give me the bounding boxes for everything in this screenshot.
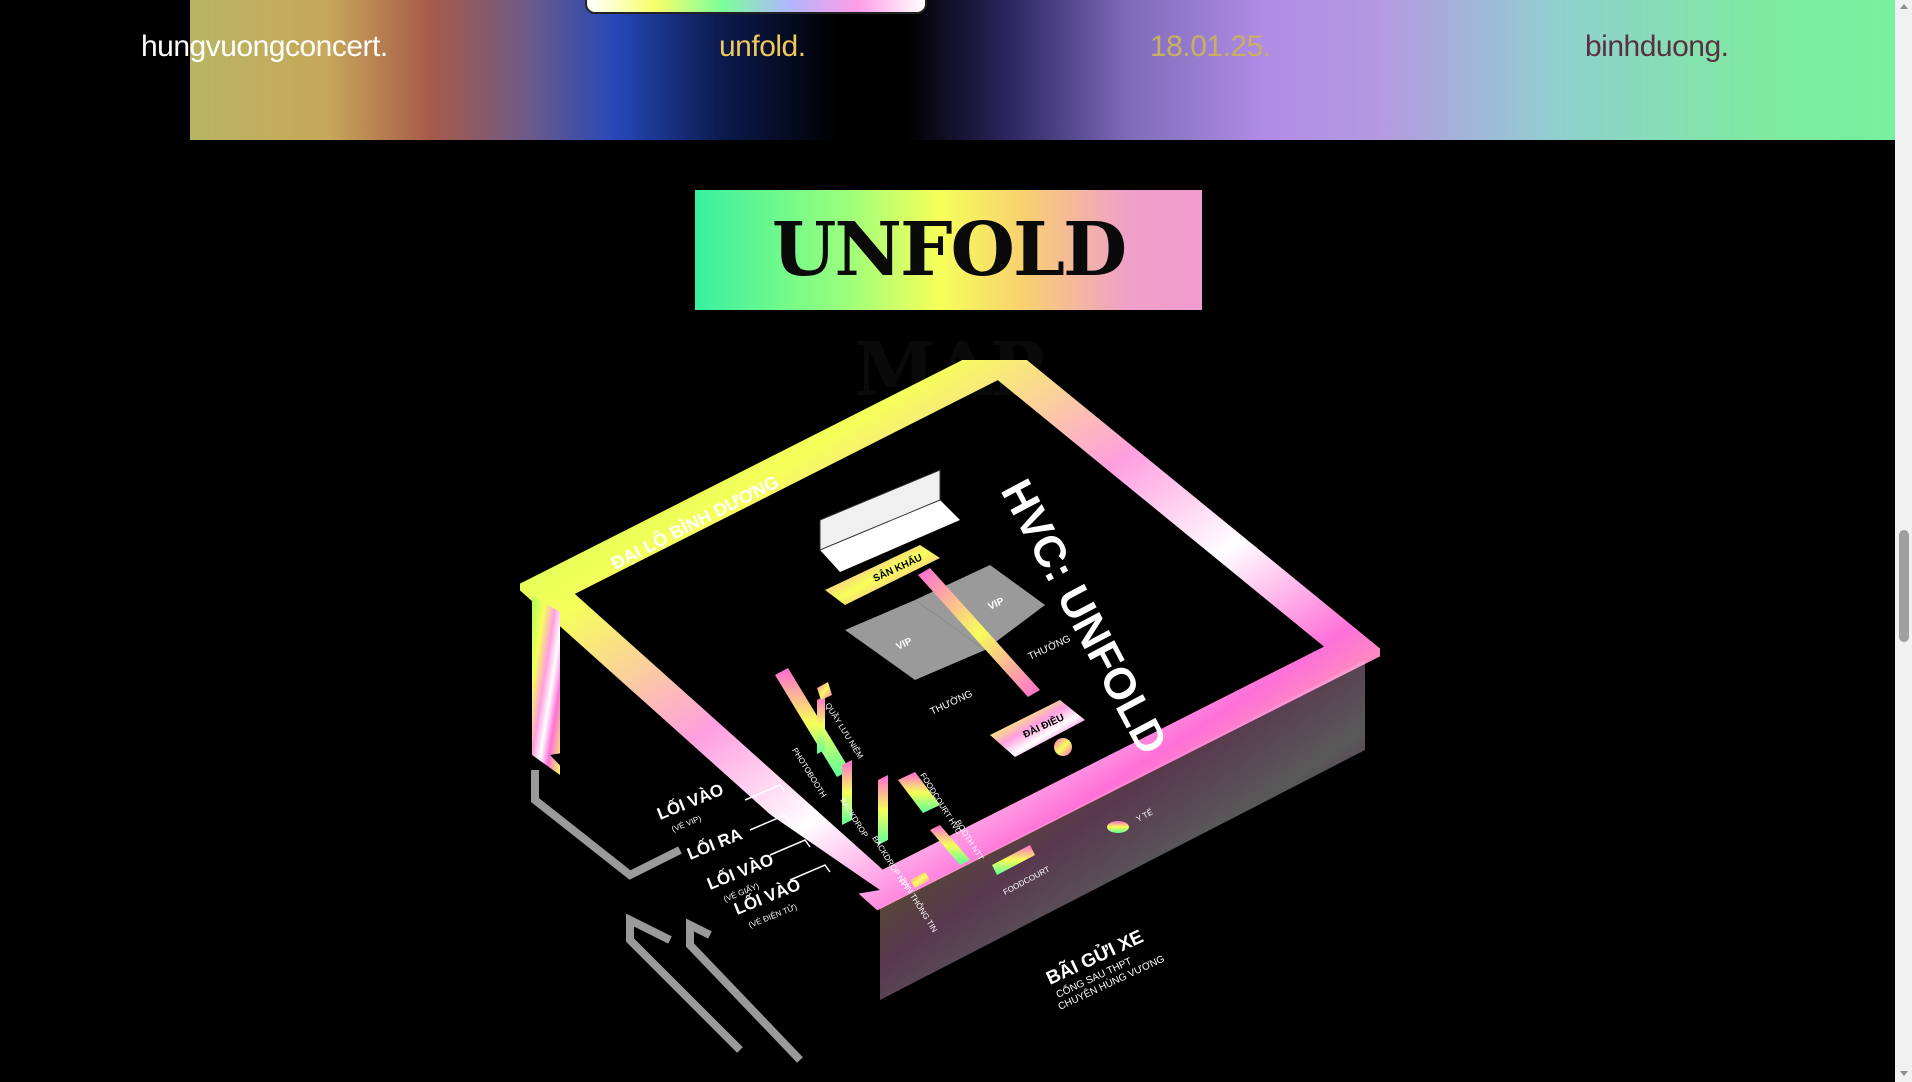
venue-map: ĐẠI LỘ BÌNH DƯƠNG HVC: UNFOLD SÂN KHẤU V… [520, 360, 1380, 1063]
map-title-banner: UNFOLD MAP [695, 190, 1202, 413]
nav-event[interactable]: unfold. [719, 30, 806, 64]
control-tower: ĐÀI ĐIỀU [990, 700, 1085, 757]
tower-marker [1054, 738, 1072, 756]
page: hungvuongconcert. unfold. 18.01.25. binh… [0, 0, 1912, 1082]
map-title: UNFOLD MAP [771, 207, 1127, 413]
vertical-scrollbar[interactable] [1895, 0, 1912, 1082]
general-right-label: THƯỜNG [1026, 632, 1073, 663]
exit-label: LỐI RA [684, 824, 745, 864]
nav-location[interactable]: binhduong. [1585, 30, 1729, 64]
venue-frame [520, 360, 1380, 1000]
medical-marker [1107, 821, 1129, 833]
banner-tab[interactable] [585, 0, 927, 14]
nav-brand[interactable]: hungvuongconcert. [141, 30, 388, 64]
header-banner [190, 0, 1896, 140]
general-left-label: THƯỜNG [928, 687, 975, 718]
scroll-down-arrow-icon[interactable] [1900, 1071, 1908, 1076]
scroll-up-arrow-icon[interactable] [1900, 4, 1908, 9]
nav-date[interactable]: 18.01.25. [1150, 30, 1271, 64]
scroll-thumb[interactable] [1899, 530, 1909, 642]
road-label: ĐẠI LỘ BÌNH DƯƠNG [607, 471, 782, 574]
photobooth-label: PHOTOBOOTH [790, 746, 828, 799]
